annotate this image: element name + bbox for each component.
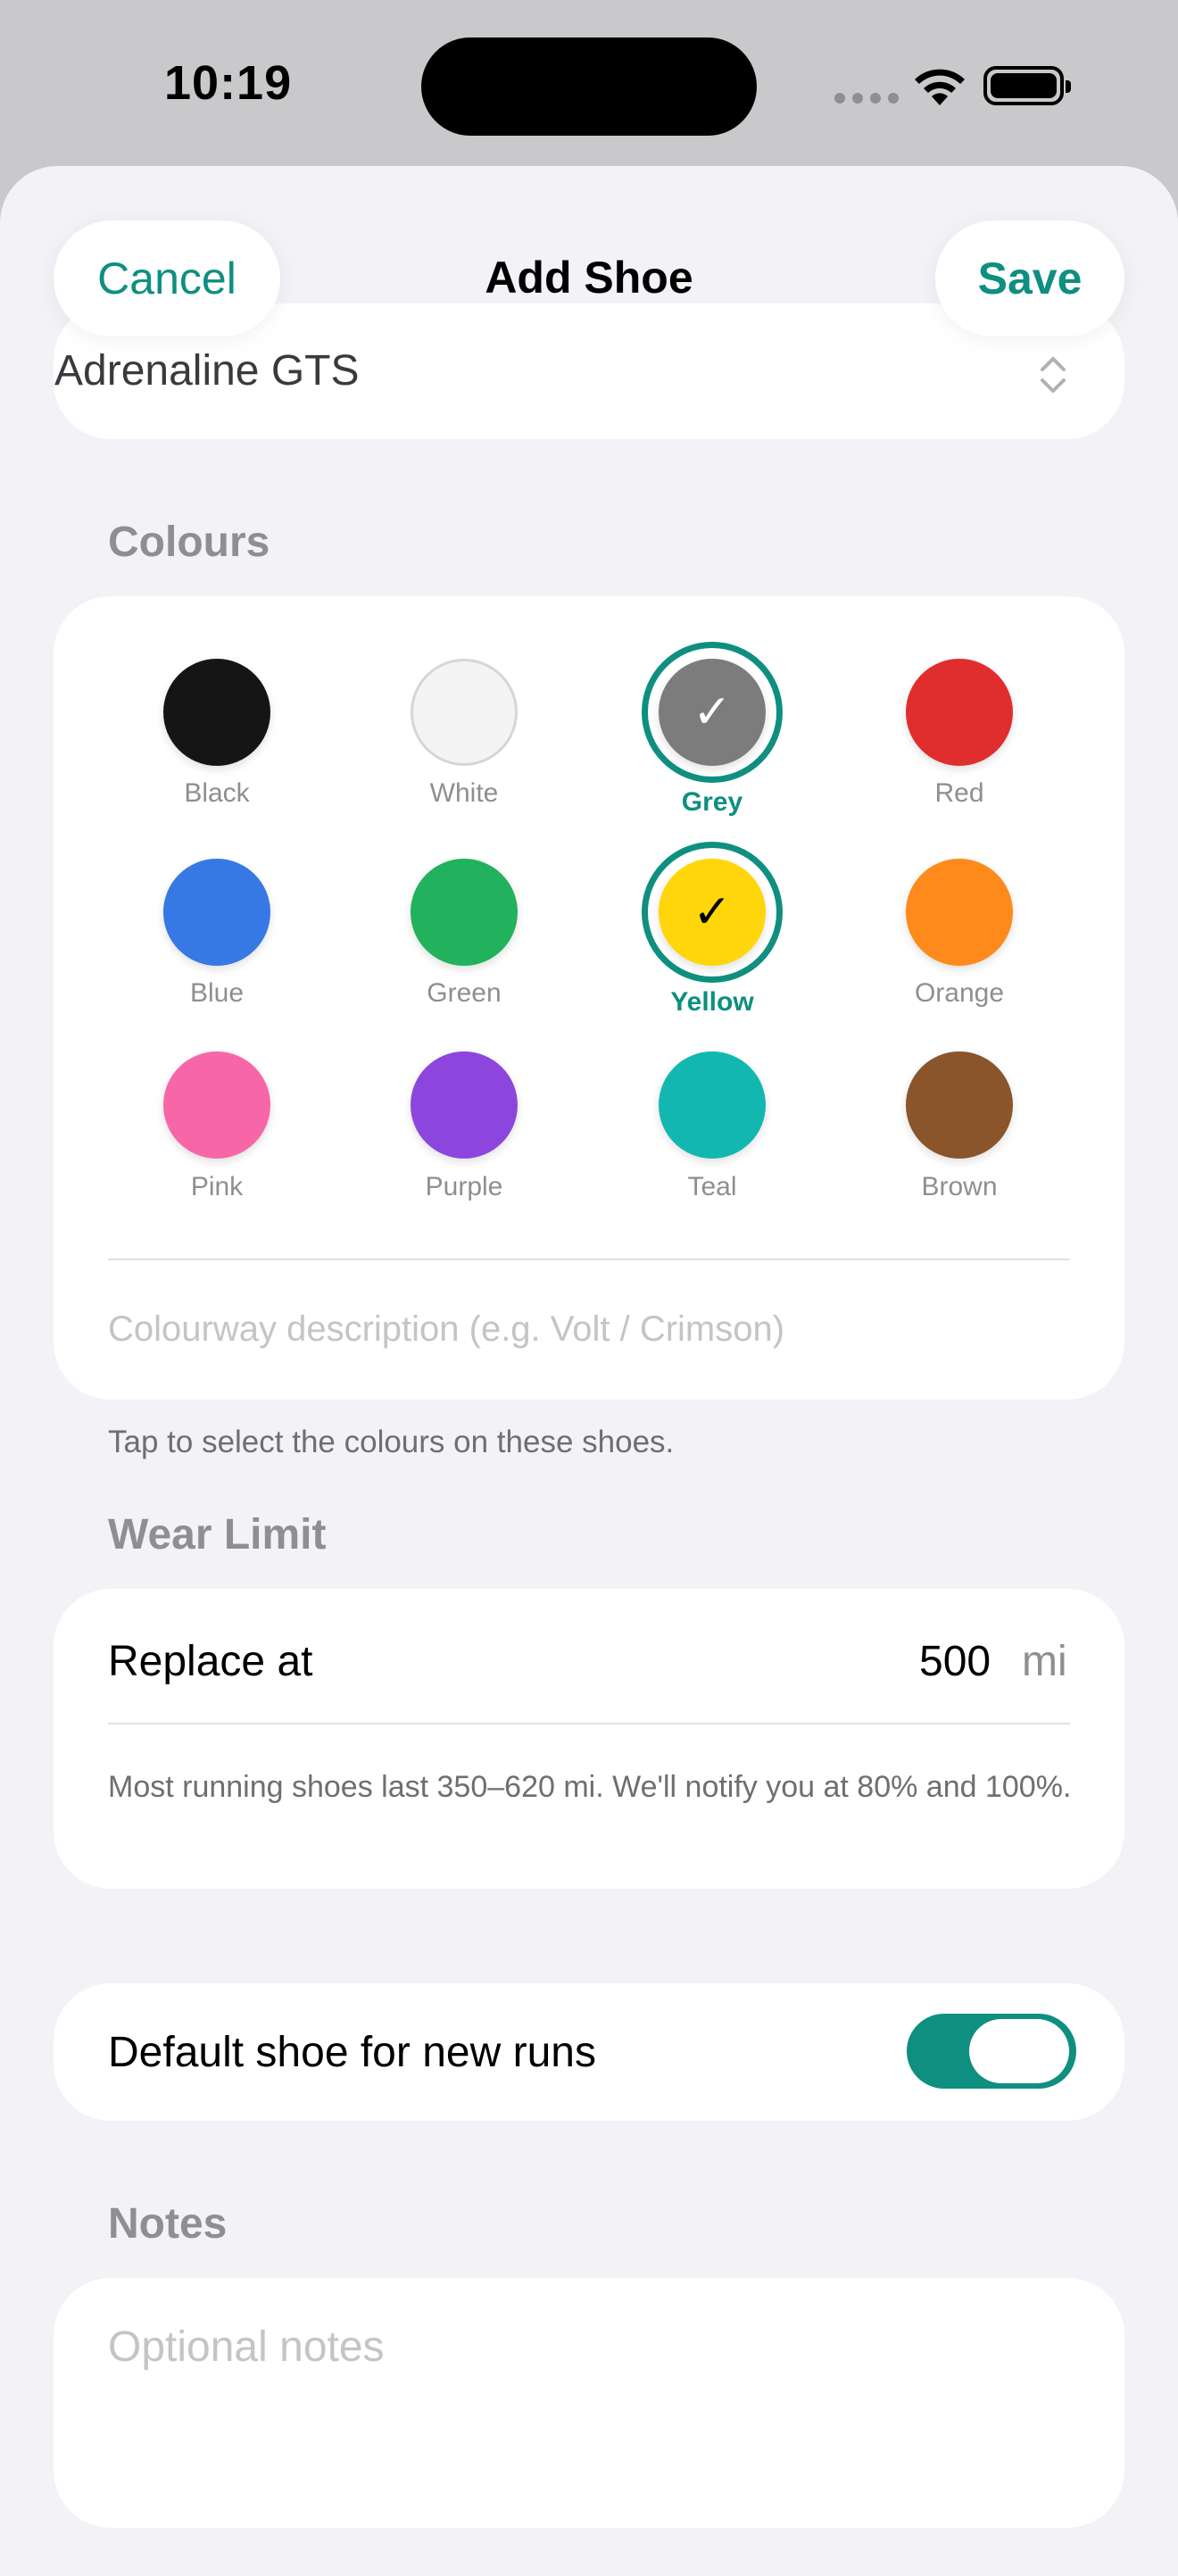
colour-swatch-label: Pink [190, 1172, 244, 1201]
colour-swatch-white[interactable] [411, 659, 518, 766]
colour-swatch-purple[interactable] [411, 1051, 518, 1159]
divider [108, 1259, 1070, 1260]
colour-swatch-label: Purple [425, 1172, 503, 1201]
colour-swatch-yellow[interactable]: ✓ [659, 859, 766, 966]
wear-limit-section-label: Wear Limit [108, 1511, 327, 1558]
dynamic-island [421, 37, 757, 136]
replace-at-label: Replace at [108, 1638, 313, 1685]
colour-swatch-label: Red [934, 778, 984, 808]
colour-swatch-label: Blue [189, 978, 245, 1008]
colour-swatch-label: Black [184, 778, 250, 808]
toggle-knob [969, 2019, 1069, 2083]
default-shoe-label: Default shoe for new runs [108, 2029, 596, 2076]
colour-swatch-label: Orange [914, 978, 1005, 1008]
colour-swatch-label: White [429, 778, 499, 808]
colour-swatch-label: Brown [921, 1172, 998, 1201]
divider [108, 1723, 1070, 1724]
notes-card [54, 2278, 1124, 2528]
colour-swatch-grey[interactable]: ✓ [659, 659, 766, 766]
status-time: 10:19 [164, 56, 293, 110]
colour-swatch-black[interactable] [163, 659, 270, 766]
colour-swatch-label: Teal [687, 1172, 737, 1201]
colour-swatch-teal[interactable] [659, 1051, 766, 1159]
wifi-icon [915, 69, 965, 105]
colour-swatch-brown[interactable] [906, 1051, 1013, 1159]
cellular-signal-icon [834, 93, 899, 104]
checkmark-icon: ✓ [693, 686, 732, 738]
colour-swatch-label: Green [427, 978, 502, 1008]
battery-icon [983, 66, 1071, 105]
colourway-description-input[interactable]: Colourway description (e.g. Volt / Crims… [108, 1309, 784, 1350]
default-shoe-toggle[interactable] [907, 2014, 1076, 2089]
notes-input[interactable]: Optional notes [108, 2323, 385, 2372]
wear-limit-card [54, 1589, 1124, 1889]
colour-swatch-blue[interactable] [163, 859, 270, 966]
colour-swatch-green[interactable] [411, 859, 518, 966]
model-value: Adrenaline GTS [54, 347, 360, 395]
notes-section-label: Notes [108, 2200, 228, 2248]
save-button[interactable]: Save [935, 220, 1124, 337]
checkmark-icon: ✓ [693, 886, 732, 938]
chevron-up-down-icon [1041, 357, 1066, 393]
colour-swatch-label: Grey [681, 787, 743, 817]
colour-swatch-red[interactable] [906, 659, 1013, 766]
colour-swatch-pink[interactable] [163, 1051, 270, 1159]
colours-footnote: Tap to select the colours on these shoes… [108, 1425, 675, 1459]
colour-swatch-label: Yellow [670, 987, 754, 1017]
wear-limit-note: Most running shoes last 350–620 mi. We'l… [108, 1770, 1072, 1804]
status-bar: 10:19 [0, 0, 1178, 161]
replace-at-input[interactable]: 500 [919, 1637, 991, 1686]
replace-at-unit: mi [1022, 1638, 1067, 1685]
colours-section-label: Colours [108, 519, 270, 566]
colour-swatch-orange[interactable] [906, 859, 1013, 966]
